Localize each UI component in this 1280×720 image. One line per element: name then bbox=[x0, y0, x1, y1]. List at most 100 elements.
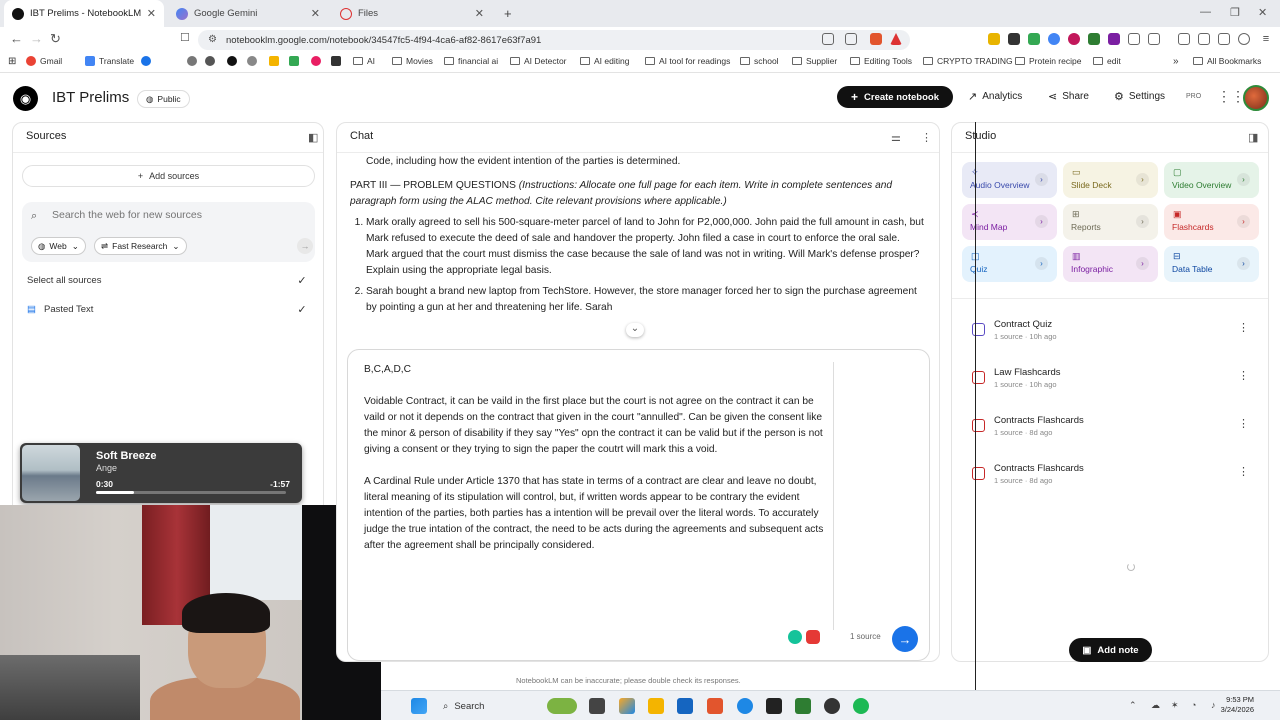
select-all-sources[interactable]: Select all sources bbox=[27, 275, 101, 286]
close-window-icon[interactable]: ✕ bbox=[1258, 6, 1267, 19]
bluetooth-icon[interactable]: ✶ bbox=[1171, 700, 1179, 711]
bookmark-icon[interactable]: ☐ bbox=[180, 31, 190, 44]
edge-icon[interactable] bbox=[737, 698, 753, 714]
studio-item[interactable]: Contracts Flashcards 1 source · 8d ago ⋮ bbox=[972, 415, 1262, 445]
close-icon[interactable]: ✕ bbox=[311, 7, 320, 20]
apps-icon[interactable]: ⊞ bbox=[8, 56, 16, 67]
bookmark-ai[interactable]: AI bbox=[353, 56, 375, 66]
taskbar-search[interactable]: ⌕ Search bbox=[443, 697, 603, 715]
studio-tile-flashcards[interactable]: ▣ Flashcards › bbox=[1164, 204, 1259, 240]
collapse-panel-icon[interactable]: ◨ bbox=[1248, 131, 1258, 144]
help-icon[interactable] bbox=[1048, 33, 1060, 45]
app-icon[interactable] bbox=[824, 698, 840, 714]
studio-tile-reports[interactable]: ⊞ Reports › bbox=[1063, 204, 1158, 240]
bookmark-icon-only[interactable] bbox=[247, 56, 261, 66]
bookmark-protein[interactable]: Protein recipe bbox=[1015, 56, 1081, 66]
more-vert-icon[interactable]: ⋮ bbox=[1238, 417, 1249, 430]
more-vert-icon[interactable]: ⋮ bbox=[1238, 369, 1249, 382]
extension-icon[interactable] bbox=[1008, 33, 1020, 45]
address-bar[interactable]: ⚙ notebooklm.google.com/notebook/34547fc… bbox=[198, 30, 910, 50]
studio-item[interactable]: Contract Quiz 1 source · 10h ago ⋮ bbox=[972, 319, 1262, 349]
studio-tile-quiz[interactable]: ◫Quiz› bbox=[962, 246, 1057, 282]
submit-search-button[interactable]: → bbox=[297, 238, 313, 254]
tab-notebooklm[interactable]: IBT Prelims - NotebookLM ✕ bbox=[4, 0, 164, 27]
chevron-up-icon[interactable]: ⌃ bbox=[1129, 700, 1137, 711]
bookmark-movies[interactable]: Movies bbox=[392, 56, 433, 66]
widgets-icon[interactable] bbox=[547, 698, 577, 714]
tab-gemini[interactable]: Google Gemini ✕ bbox=[168, 0, 328, 27]
analytics-button[interactable]: ↗ Analytics bbox=[968, 90, 1022, 103]
bookmark-school[interactable]: school bbox=[740, 56, 779, 66]
create-notebook-button[interactable]: + Create notebook bbox=[837, 86, 953, 108]
bookmark-ai-readings[interactable]: AI tool for readings bbox=[645, 56, 730, 66]
bookmark-ai-editing[interactable]: AI editing bbox=[580, 56, 629, 66]
puzzle-icon[interactable] bbox=[1128, 33, 1140, 45]
chevron-right-icon[interactable]: › bbox=[1237, 215, 1250, 228]
more-vert-icon[interactable]: ⋮ bbox=[1238, 321, 1249, 334]
composer-scrollbar[interactable] bbox=[833, 362, 834, 630]
sidebar-icon[interactable] bbox=[1178, 33, 1190, 45]
vpn-icon[interactable] bbox=[1238, 33, 1250, 45]
bookmark-icon-only[interactable] bbox=[141, 56, 155, 66]
studio-item[interactable]: Contracts Flashcards 1 source · 8d ago ⋮ bbox=[972, 463, 1262, 493]
studio-tile-data-table[interactable]: ⊟ Data Table › bbox=[1164, 246, 1259, 282]
select-all-checkbox[interactable]: ✓ bbox=[296, 275, 308, 287]
share-button[interactable]: ⋖ Share bbox=[1048, 90, 1089, 103]
new-tab-button[interactable]: + bbox=[496, 0, 520, 27]
avatar[interactable] bbox=[1243, 85, 1269, 111]
extension-badge-icon[interactable] bbox=[806, 630, 820, 644]
track-progress-bar[interactable] bbox=[96, 491, 286, 494]
bookmark-ai-detector[interactable]: AI Detector bbox=[510, 56, 567, 66]
bookmark-edit[interactable]: edit bbox=[1093, 56, 1121, 66]
settings-button[interactable]: ⚙ Settings bbox=[1114, 90, 1165, 103]
close-icon[interactable]: ✕ bbox=[147, 7, 156, 20]
public-badge[interactable]: ◍ Public bbox=[137, 90, 190, 108]
taskbar-clock[interactable]: 9:53 PM 3/24/2026 bbox=[1221, 695, 1254, 715]
notebook-title[interactable]: IBT Prelims bbox=[52, 89, 129, 106]
bookmark-icon-only[interactable] bbox=[269, 56, 283, 66]
mail-icon[interactable] bbox=[677, 698, 693, 714]
fast-research-chip[interactable]: ⇌ Fast Research ⌄ bbox=[94, 237, 187, 255]
file-explorer-icon[interactable] bbox=[648, 698, 664, 714]
extension-icon[interactable] bbox=[1028, 33, 1040, 45]
wallet-icon[interactable] bbox=[1198, 33, 1210, 45]
cast-icon[interactable] bbox=[822, 33, 834, 45]
bookmark-financial-ai[interactable]: financial ai bbox=[444, 56, 498, 66]
chevron-right-icon[interactable]: › bbox=[1136, 173, 1149, 186]
web-chip[interactable]: ◍ Web ⌄ bbox=[31, 237, 86, 255]
network-icon[interactable]: ◔ bbox=[1191, 700, 1196, 710]
bookmark-icon-only[interactable] bbox=[227, 56, 241, 66]
close-icon[interactable]: ✕ bbox=[475, 7, 484, 20]
search-input[interactable] bbox=[52, 209, 282, 221]
studio-tile-slide-deck[interactable]: ▭ Slide Deck › bbox=[1063, 162, 1158, 198]
bookmark-icon-only[interactable] bbox=[331, 56, 345, 66]
more-vert-icon[interactable]: ⋮ bbox=[921, 131, 932, 144]
app-icon[interactable] bbox=[795, 698, 811, 714]
media-player-card[interactable]: Soft Breeze Ange 0:30 -1:57 bbox=[20, 443, 302, 503]
site-info-icon[interactable]: ⚙ bbox=[208, 34, 217, 45]
add-note-button[interactable]: ▣ Add note bbox=[1069, 638, 1152, 662]
studio-tile-mind-map[interactable]: ≺Mind Map› bbox=[962, 204, 1057, 240]
studio-tile-infographic[interactable]: ▥ Infographic › bbox=[1063, 246, 1158, 282]
brave-icon[interactable] bbox=[707, 698, 723, 714]
notebooklm-logo-icon[interactable]: ◉ bbox=[13, 86, 38, 111]
chevron-right-icon[interactable]: › bbox=[1035, 257, 1048, 270]
menu-icon[interactable]: ≡ bbox=[1260, 33, 1272, 45]
extension-icon[interactable] bbox=[1068, 33, 1080, 45]
chevron-right-icon[interactable]: › bbox=[1237, 257, 1250, 270]
studio-item[interactable]: Law Flashcards 1 source · 10h ago ⋮ bbox=[972, 367, 1262, 397]
source-checkbox[interactable]: ✓ bbox=[296, 304, 308, 316]
chat-composer[interactable]: B,C,A,D,C Voidable Contract, it can be v… bbox=[347, 349, 930, 661]
send-button[interactable]: → bbox=[892, 626, 918, 652]
add-sources-button[interactable]: + Add sources bbox=[22, 165, 315, 187]
grammarly-icon[interactable] bbox=[788, 630, 802, 644]
apps-grid-icon[interactable]: ⋮⋮ bbox=[1217, 88, 1245, 105]
cloud-icon[interactable]: ☁ bbox=[1151, 700, 1160, 711]
studio-tile-audio-overview[interactable]: ✧Audio Overview› bbox=[962, 162, 1057, 198]
bookmark-translate[interactable]: Translate bbox=[85, 56, 134, 66]
forward-icon[interactable]: → bbox=[30, 31, 43, 46]
reload-icon[interactable]: ↻ bbox=[50, 31, 61, 47]
chevron-right-icon[interactable]: › bbox=[1035, 215, 1048, 228]
all-bookmarks[interactable]: All Bookmarks bbox=[1193, 56, 1261, 66]
download-icon[interactable] bbox=[1218, 33, 1230, 45]
